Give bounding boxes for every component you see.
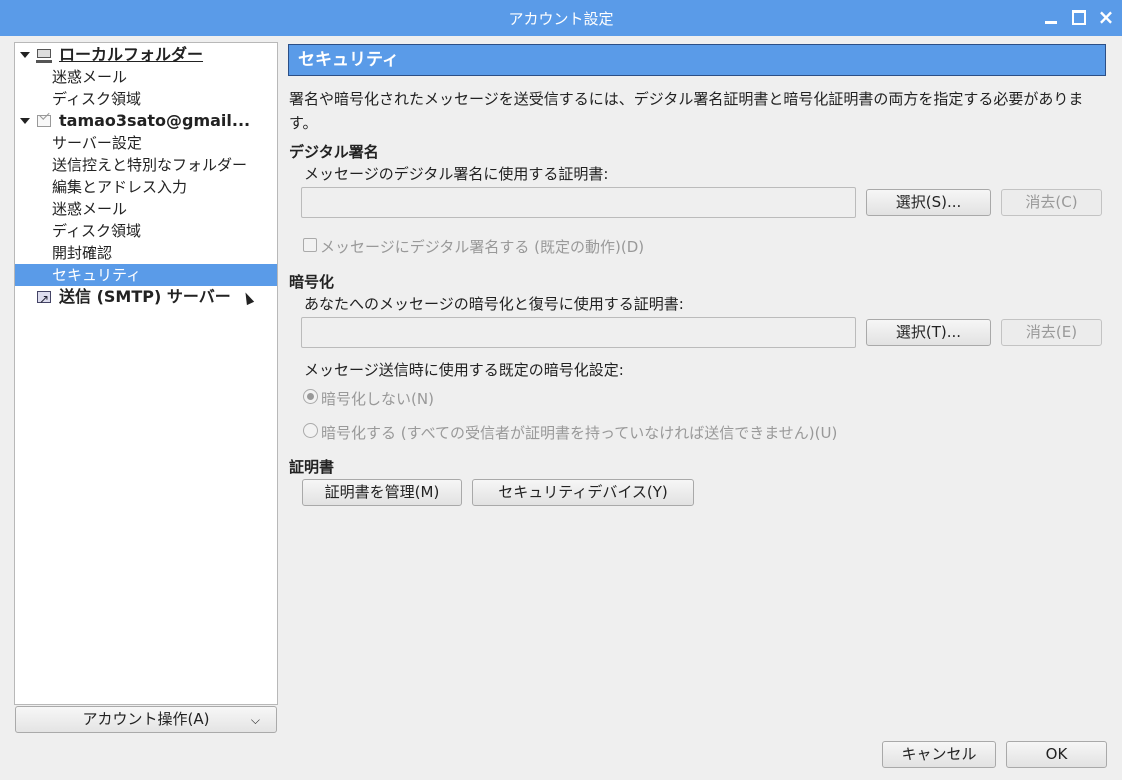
encrypt-required-radio[interactable] (303, 423, 318, 438)
tree-item-label: サーバー設定 (52, 134, 142, 152)
maximize-icon[interactable] (1070, 8, 1088, 26)
chevron-down-icon: ⌵ (250, 713, 260, 727)
account-actions-label: アカウント操作(A) (82, 710, 210, 728)
certificates-section-title: 証明書 (289, 458, 335, 476)
signing-select-button[interactable]: 選択(S)... (866, 189, 991, 216)
close-icon[interactable]: × (1097, 7, 1115, 27)
signing-clear-button[interactable]: 消去(C) (1001, 189, 1102, 216)
encrypt-required-label: 暗号化する (すべての受信者が証明書を持っていなければ送信できません)(U) (321, 424, 838, 442)
signing-cert-label: メッセージのデジタル署名に使用する証明書: (304, 165, 609, 183)
tree-item-label: セキュリティ (52, 266, 142, 284)
encryption-clear-button[interactable]: 消去(E) (1001, 319, 1102, 346)
sign-messages-label: メッセージにデジタル署名する (既定の動作)(D) (320, 238, 645, 256)
minimize-icon[interactable] (1042, 8, 1060, 26)
expand-arrow-icon[interactable] (20, 118, 30, 124)
encrypt-never-radio[interactable] (303, 389, 318, 404)
manage-certificates-button[interactable]: 証明書を管理(M) (302, 479, 462, 506)
tree-item-label: 送信控えと特別なフォルダー (52, 156, 248, 174)
tree-item-local-folders[interactable]: ローカルフォルダー (15, 44, 277, 66)
tree-item-label: ディスク領域 (52, 90, 141, 108)
encryption-section-title: 暗号化 (289, 273, 335, 291)
tree-item-gmail-account[interactable]: tamao3sato@gmail... (15, 110, 277, 132)
tree-item-copies-folders[interactable]: 送信控えと特別なフォルダー (15, 154, 277, 176)
tree-item-label: 編集とアドレス入力 (52, 178, 188, 196)
tree-item-disk-space[interactable]: ディスク領域 (15, 220, 277, 242)
encrypt-never-label: 暗号化しない(N) (321, 390, 434, 408)
cancel-button[interactable]: キャンセル (882, 741, 996, 768)
tree-item-disk-local[interactable]: ディスク領域 (15, 88, 277, 110)
tree-item-composition[interactable]: 編集とアドレス入力 (15, 176, 277, 198)
tree-item-server-settings[interactable]: サーバー設定 (15, 132, 277, 154)
signing-cert-field[interactable] (301, 187, 856, 218)
tree-item-label: 迷惑メール (52, 68, 128, 86)
tree-item-security[interactable]: セキュリティ (15, 264, 277, 286)
sign-messages-checkbox[interactable] (303, 238, 317, 252)
tree-item-smtp-server[interactable]: 送信 (SMTP) サーバー (15, 286, 277, 308)
tree-item-return-receipts[interactable]: 開封確認 (15, 242, 277, 264)
tree-item-label: 送信 (SMTP) サーバー (59, 287, 231, 306)
account-tree: ローカルフォルダー 迷惑メール ディスク領域 tamao3sato@gmail.… (14, 42, 278, 705)
ok-button[interactable]: OK (1006, 741, 1107, 768)
tree-item-junk-local[interactable]: 迷惑メール (15, 66, 277, 88)
expand-arrow-icon[interactable] (20, 52, 30, 58)
mail-icon (37, 115, 51, 127)
tree-item-label: 迷惑メール (52, 200, 128, 218)
title-bar: アカウント設定 × (0, 0, 1122, 36)
default-encryption-label: メッセージ送信時に使用する既定の暗号化設定: (304, 361, 624, 379)
encryption-select-button[interactable]: 選択(T)... (866, 319, 991, 346)
tree-item-junk[interactable]: 迷惑メール (15, 198, 277, 220)
tree-item-label: ローカルフォルダー (59, 45, 204, 64)
tree-item-label: tamao3sato@gmail... (59, 111, 251, 130)
computer-icon (36, 49, 52, 63)
smtp-icon (37, 288, 51, 308)
window-title: アカウント設定 (508, 10, 614, 28)
encryption-cert-label: あなたへのメッセージの暗号化と復号に使用する証明書: (304, 295, 684, 313)
security-devices-button[interactable]: セキュリティデバイス(Y) (472, 479, 694, 506)
signing-section-title: デジタル署名 (289, 143, 379, 161)
tree-item-label: 開封確認 (52, 244, 113, 262)
encryption-cert-field[interactable] (301, 317, 856, 348)
security-description: 署名や暗号化されたメッセージを送受信するには、デジタル署名証明書と暗号化証明書の… (289, 90, 1084, 132)
account-actions-button[interactable]: アカウント操作(A) ⌵ (15, 706, 277, 733)
tree-item-label: ディスク領域 (52, 222, 141, 240)
page-title: セキュリティ (288, 44, 1106, 76)
